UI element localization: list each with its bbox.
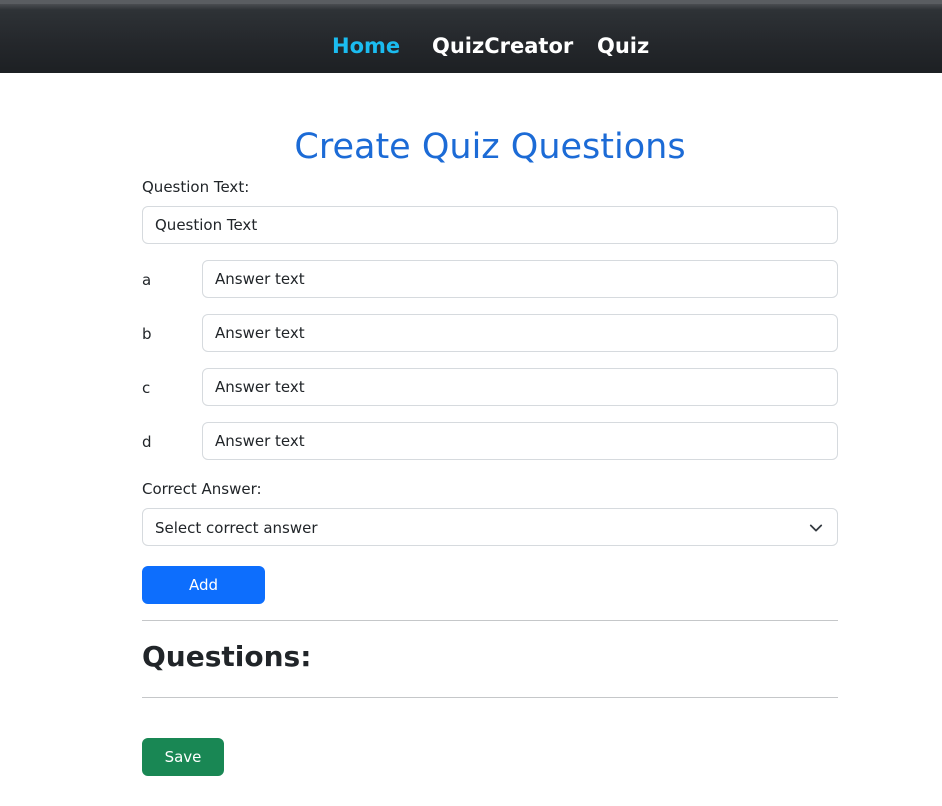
answer-a-input[interactable] [202, 260, 838, 298]
correct-answer-select[interactable]: Select correct answer [142, 508, 838, 546]
answer-a-letter: a [142, 271, 152, 289]
questions-heading: Questions: [142, 640, 312, 673]
answer-b-letter: b [142, 325, 152, 343]
add-question-button[interactable]: Add Question [142, 566, 265, 632]
correct-answer-selected-value: Select correct answer [155, 519, 318, 537]
answer-d-letter: d [142, 433, 152, 451]
correct-answer-label: Correct Answer: [142, 480, 262, 498]
answer-b-input[interactable] [202, 314, 838, 352]
question-text-input[interactable] [142, 206, 838, 244]
answer-d-input[interactable] [202, 422, 838, 460]
answer-c-letter: c [142, 379, 151, 397]
nav-link-quiz[interactable]: Quiz [597, 36, 649, 57]
chevron-down-icon [809, 524, 823, 532]
divider-bottom [142, 697, 838, 698]
page-title: Create Quiz Questions [294, 127, 686, 167]
answer-c-input[interactable] [202, 368, 838, 406]
nav-link-home[interactable]: Home [332, 36, 400, 57]
question-text-label: Question Text: [142, 178, 250, 196]
divider-top [142, 620, 838, 621]
save-button[interactable]: Save [142, 738, 224, 776]
top-navbar: Home QuizCreator Quiz [0, 0, 942, 73]
nav-link-quizcreator[interactable]: QuizCreator [432, 36, 573, 57]
